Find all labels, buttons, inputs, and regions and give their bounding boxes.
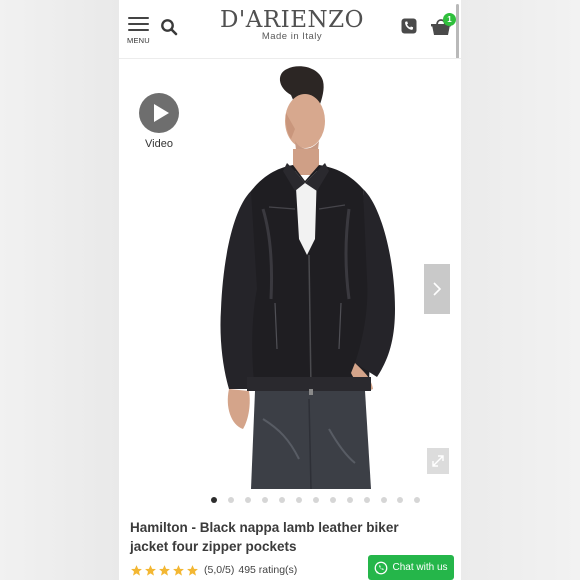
search-icon [161,19,178,36]
pagination-dot[interactable] [278,497,285,503]
star-icon [187,564,198,576]
mobile-page: MENU D'ARIENZO Made in Italy 1 Video Ham… [119,0,461,580]
star-icon [159,564,170,576]
chat-label: Chat with us [392,562,448,573]
phone-icon [401,18,417,34]
rating-score: (5,0/5) [204,564,235,576]
menu-button[interactable]: MENU [127,17,153,47]
pagination-dot[interactable] [397,497,404,503]
product-photo [220,66,395,489]
video-button[interactable]: Video [138,93,180,150]
hamburger-icon-bar [128,23,149,25]
next-image-button[interactable] [424,264,450,314]
pagination-dot[interactable] [227,497,234,503]
star-icon [131,564,142,576]
whatsapp-icon [375,561,388,574]
pagination-dot[interactable] [295,497,302,503]
fullscreen-button[interactable] [427,448,449,474]
video-label: Video [145,138,173,150]
pagination-dot[interactable] [244,497,251,503]
site-header: MENU D'ARIENZO Made in Italy 1 [119,0,461,59]
cart-count-badge: 1 [443,13,456,26]
rating-count: 495 rating(s) [238,564,298,576]
pagination-dot[interactable] [312,497,319,503]
gallery-pagination [119,490,461,508]
rating-stars [130,564,200,577]
pagination-dot[interactable] [261,497,268,503]
pagination-dot[interactable] [414,497,421,503]
product-title: Hamilton - Black nappa lamb leather bike… [130,520,399,554]
menu-label: MENU [127,36,150,45]
play-icon [139,93,179,133]
cart-button[interactable]: 1 [430,13,456,39]
product-rating[interactable]: (5,0/5) 495 rating(s) [130,562,297,578]
star-icon [173,564,184,576]
expand-icon [432,455,444,467]
pagination-dot[interactable] [363,497,370,503]
hamburger-icon-bar [128,29,149,31]
search-button[interactable] [160,18,180,38]
call-button[interactable] [401,18,419,36]
logo-text: D'ARIENZO [219,7,365,33]
chevron-right-icon [433,282,442,296]
site-logo[interactable]: D'ARIENZO Made in Italy [203,6,381,42]
hamburger-icon [128,17,149,19]
pagination-dot[interactable] [380,497,387,503]
pagination-dot[interactable] [329,497,336,503]
whatsapp-chat-button[interactable]: Chat with us [368,555,454,580]
star-icon [145,564,156,576]
product-image-gallery[interactable]: Video [119,59,461,503]
pagination-dot[interactable] [346,497,353,503]
background-right [461,0,580,580]
pagination-dot-active[interactable] [211,497,217,503]
background-left [0,0,119,580]
